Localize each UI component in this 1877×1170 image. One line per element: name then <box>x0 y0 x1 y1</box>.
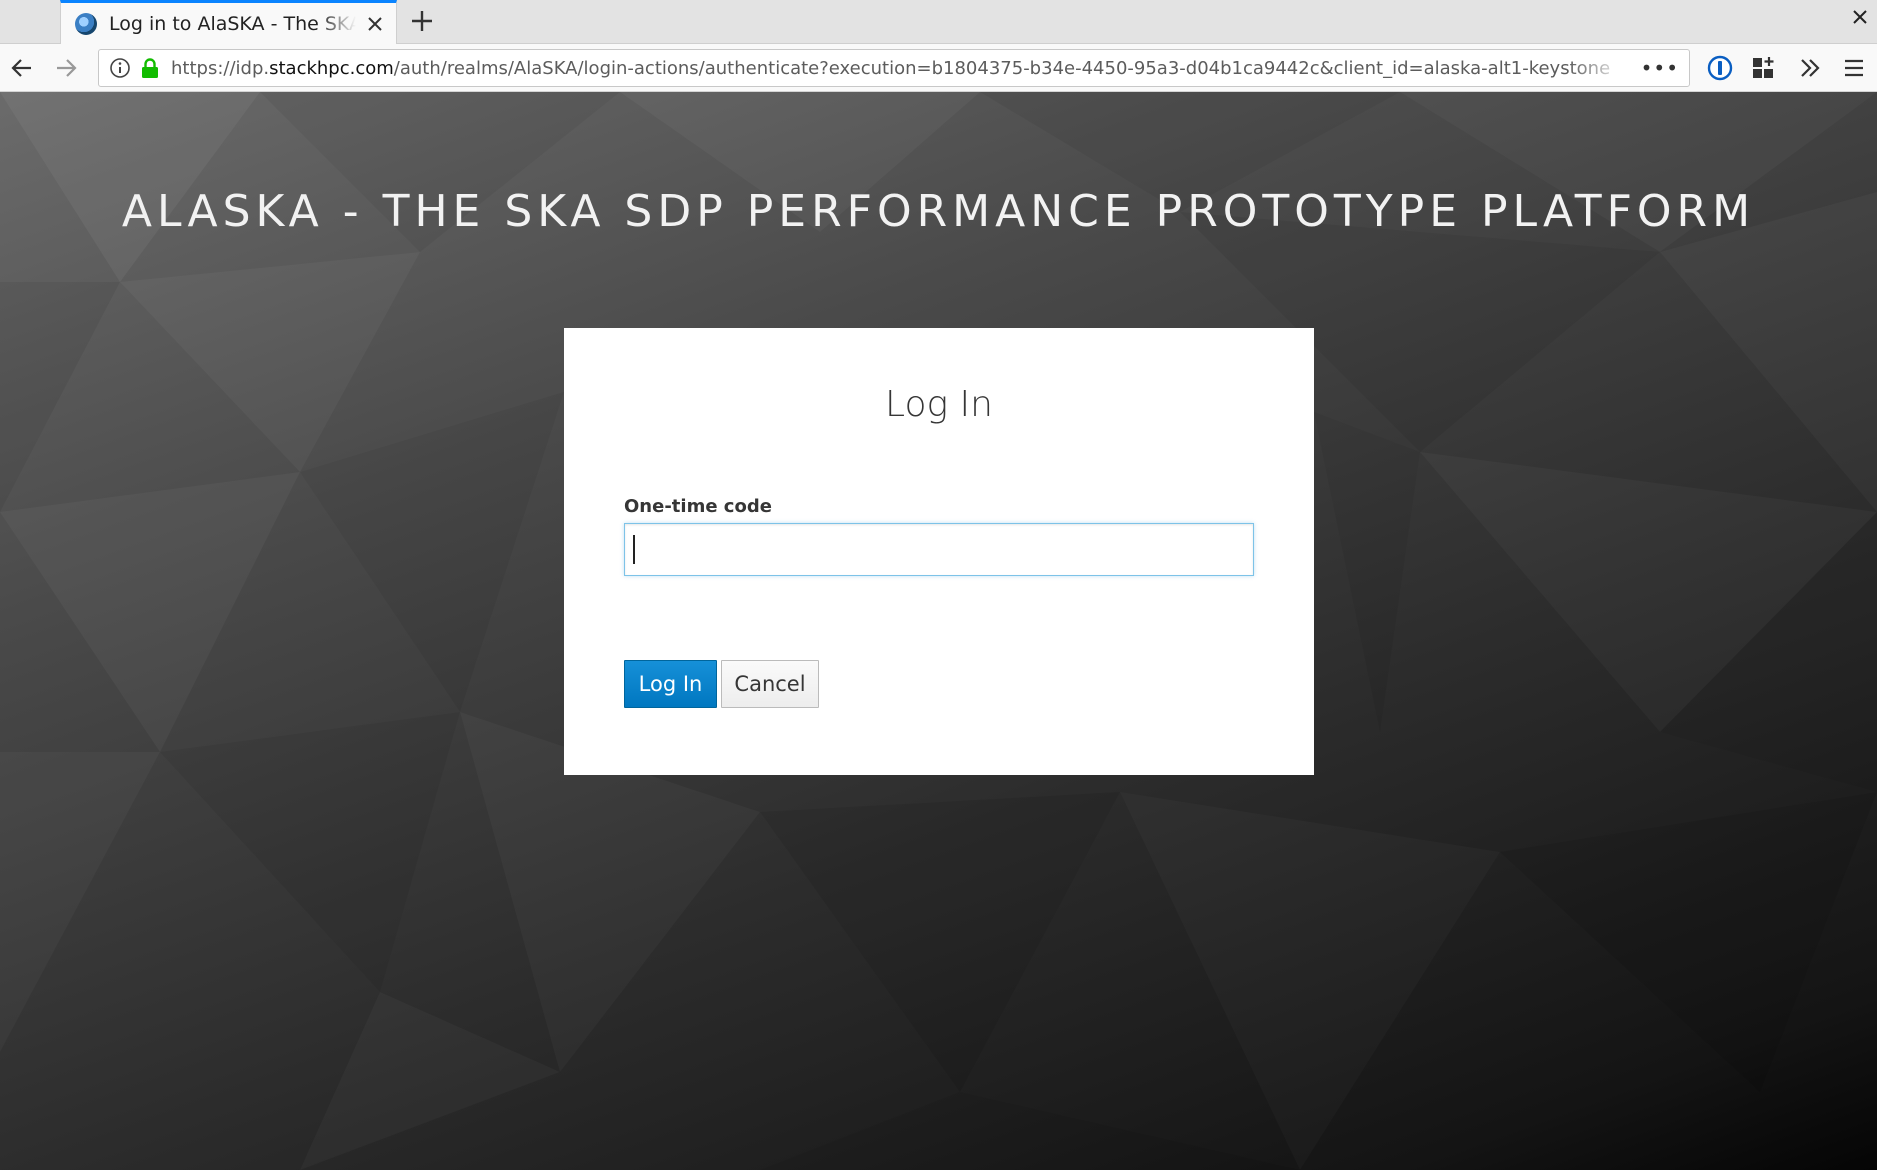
tab-close-icon[interactable] <box>364 13 386 35</box>
cancel-button[interactable]: Cancel <box>721 660 819 708</box>
tab-active[interactable]: Log in to AlaSKA - The SKA SDP Performan… <box>60 0 397 44</box>
hamburger-menu-button[interactable] <box>1836 50 1872 86</box>
overflow-menu-button[interactable] <box>1792 50 1828 86</box>
login-card: Log In One-time code Log In Cancel <box>564 328 1314 775</box>
grid-plus-icon <box>1753 57 1774 78</box>
back-button[interactable] <box>4 50 40 86</box>
tab-bar: Log in to AlaSKA - The SKA SDP Performan… <box>0 0 1877 44</box>
extensions-button[interactable] <box>1746 50 1782 86</box>
password-manager-button[interactable] <box>1702 50 1738 86</box>
page-actions-button[interactable]: ••• <box>1641 56 1679 80</box>
close-icon <box>1853 10 1867 24</box>
url-prefix: https://idp. <box>171 57 270 79</box>
login-title: Log In <box>885 384 993 425</box>
page-background: ALASKA - THE SKA SDP PERFORMANCE PROTOTY… <box>0 92 1877 1170</box>
url-text[interactable]: https://idp.stackhpc.com/auth/realms/Ala… <box>171 58 1627 79</box>
otp-input[interactable] <box>624 523 1254 576</box>
realm-banner: ALASKA - THE SKA SDP PERFORMANCE PROTOTY… <box>121 186 1756 237</box>
arrow-right-icon <box>57 59 77 77</box>
login-button[interactable]: Log In <box>624 660 717 708</box>
lock-icon[interactable] <box>139 57 161 79</box>
password-manager-icon <box>1707 55 1733 81</box>
arrow-left-icon <box>11 59 31 77</box>
favicon-icon <box>75 12 97 35</box>
otp-label: One-time code <box>624 496 772 517</box>
plus-icon <box>412 11 432 31</box>
info-icon[interactable] <box>109 57 131 79</box>
text-caret <box>633 535 635 564</box>
url-path: /auth/realms/AlaSKA/login-actions/authen… <box>393 57 1611 79</box>
tab-title: Log in to AlaSKA - The SKA SDP Performan… <box>109 12 356 35</box>
url-domain: stackhpc.com <box>269 57 394 79</box>
chevrons-right-icon <box>1801 59 1820 77</box>
address-bar[interactable]: https://idp.stackhpc.com/auth/realms/Ala… <box>98 49 1690 87</box>
hamburger-icon <box>1845 59 1863 77</box>
navigation-bar: https://idp.stackhpc.com/auth/realms/Ala… <box>0 44 1877 92</box>
window-close-button[interactable] <box>1853 8 1867 29</box>
forward-button[interactable] <box>48 50 84 86</box>
new-tab-button[interactable] <box>404 4 440 40</box>
